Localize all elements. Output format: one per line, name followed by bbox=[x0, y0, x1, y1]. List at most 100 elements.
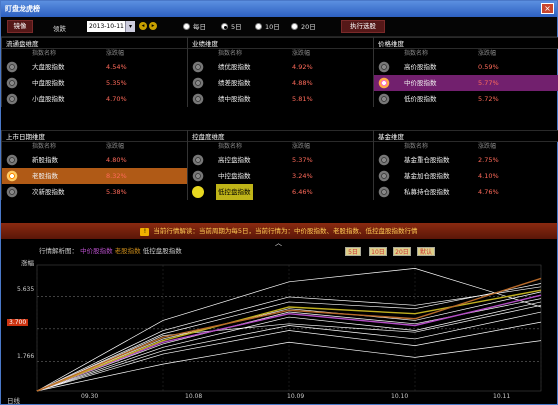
date-value: 2013-10-11 bbox=[89, 23, 124, 30]
index-row[interactable]: 新股指数 4.80% bbox=[2, 152, 187, 168]
info-bar: ! 当前行情解读：当前周期为每5日，当前行情为：中价股指数、老股指数、低控盘股指数… bbox=[1, 223, 557, 239]
x-tick-label: 10.09 bbox=[287, 393, 305, 400]
column-change-header: 涨跌幅 bbox=[292, 143, 311, 150]
index-name: 次新股指数 bbox=[32, 188, 65, 196]
index-name: 基金加仓股指数 bbox=[404, 172, 450, 180]
panel-title: 基金维度 bbox=[374, 130, 558, 142]
index-row[interactable]: 高价股指数 0.59% bbox=[374, 59, 558, 75]
index-change: 5.77% bbox=[478, 79, 499, 87]
column-header: 指数名称 涨跌幅 bbox=[2, 49, 187, 59]
index-name: 绩优股指数 bbox=[218, 63, 251, 71]
index-change: 4.92% bbox=[292, 63, 313, 71]
close-button[interactable]: × bbox=[541, 3, 554, 14]
panel: 上市日期维度 指数名称 涨跌幅 新股指数 4.80% 老股指数 8.32% 次新股指… bbox=[1, 130, 187, 200]
index-row[interactable]: 绩中股指数 5.81% bbox=[188, 91, 373, 107]
index-row[interactable]: 中价股指数 5.77% bbox=[374, 75, 558, 91]
step-back-icon[interactable]: ◂ bbox=[139, 22, 147, 30]
x-tick-label: 09.30 bbox=[81, 393, 99, 400]
panel-title: 控盘度维度 bbox=[188, 130, 373, 142]
index-name: 小盘股指数 bbox=[32, 95, 65, 103]
warning-icon: ! bbox=[140, 228, 150, 236]
index-change: 5.35% bbox=[106, 79, 127, 87]
window-title: 盯盘龙虎榜 bbox=[5, 5, 40, 13]
panel: 价格维度 指数名称 涨跌幅 高价股指数 0.59% 中价股指数 5.77% 低价股指… bbox=[373, 37, 558, 107]
radio-20day[interactable]: 20日 bbox=[291, 23, 316, 31]
panel-title: 流通盘维度 bbox=[2, 37, 187, 49]
column-change-header: 涨跌幅 bbox=[478, 143, 497, 150]
radio-daily[interactable]: 每日 bbox=[183, 23, 206, 31]
gear-icon bbox=[192, 93, 204, 105]
date-select[interactable]: 2013-10-11 ▾ bbox=[87, 21, 135, 32]
index-row[interactable]: 中盘股指数 5.35% bbox=[2, 75, 187, 91]
index-name: 绩中股指数 bbox=[218, 95, 251, 103]
index-change: 4.54% bbox=[106, 63, 127, 71]
index-name: 老股指数 bbox=[32, 172, 58, 180]
execute-select-button[interactable]: 执行选股 bbox=[341, 20, 385, 33]
index-name: 绩差股指数 bbox=[218, 79, 251, 87]
index-row[interactable]: 基金加仓股指数 4.10% bbox=[374, 168, 558, 184]
radio-10day[interactable]: 10日 bbox=[255, 23, 280, 31]
gear-icon bbox=[192, 154, 204, 166]
sun-icon bbox=[192, 186, 204, 198]
index-row[interactable]: 次新股指数 5.38% bbox=[2, 184, 187, 200]
column-change-header: 涨跌幅 bbox=[106, 50, 125, 57]
column-name-header: 指数名称 bbox=[218, 50, 243, 57]
y-axis-label: 涨幅 bbox=[21, 259, 34, 267]
x-tick-label: 10.08 bbox=[185, 393, 203, 400]
y-tick-label: 5.635 bbox=[17, 286, 35, 293]
index-row[interactable]: 中控盘指数 3.24% bbox=[188, 168, 373, 184]
index-row[interactable]: 大盘股指数 4.54% bbox=[2, 59, 187, 75]
index-change: 5.38% bbox=[106, 188, 127, 196]
line-chart bbox=[36, 264, 542, 392]
index-change: 4.10% bbox=[478, 172, 499, 180]
radio-label: 5日 bbox=[231, 23, 242, 31]
index-change: 2.75% bbox=[478, 156, 499, 164]
radio-5day[interactable]: 5日 bbox=[221, 23, 242, 31]
column-header: 指数名称 涨跌幅 bbox=[188, 49, 373, 59]
sun-icon bbox=[6, 170, 18, 182]
index-row[interactable]: 绩优股指数 4.92% bbox=[188, 59, 373, 75]
index-change: 5.37% bbox=[292, 156, 313, 164]
index-name: 私募持仓股指数 bbox=[404, 188, 450, 196]
gear-icon bbox=[6, 186, 18, 198]
column-change-header: 涨跌幅 bbox=[106, 143, 125, 150]
daily-line-label: 日线 bbox=[7, 397, 20, 405]
index-name: 低控盘指数 bbox=[216, 184, 253, 200]
mirror-button[interactable]: 镜像 bbox=[7, 20, 33, 33]
index-name: 中价股指数 bbox=[404, 79, 437, 87]
column-header: 指数名称 涨跌幅 bbox=[374, 49, 558, 59]
info-text: 当前行情解读：当前周期为每5日，当前行情为：中价股指数、老股指数、低控盘股指数行… bbox=[153, 227, 418, 235]
panel: 流通盘维度 指数名称 涨跌幅 大盘股指数 4.54% 中盘股指数 5.35% 小盘股… bbox=[1, 37, 187, 107]
index-name: 中控盘指数 bbox=[218, 172, 251, 180]
column-change-header: 涨跌幅 bbox=[478, 50, 497, 57]
index-row[interactable]: 小盘股指数 4.70% bbox=[2, 91, 187, 107]
panel: 基金维度 指数名称 涨跌幅 基金重仓股指数 2.75% 基金加仓股指数 4.10% … bbox=[373, 130, 558, 200]
index-row[interactable]: 低控盘指数 6.46% bbox=[188, 184, 373, 200]
index-name: 基金重仓股指数 bbox=[404, 156, 450, 164]
radio-label: 10日 bbox=[265, 23, 280, 31]
index-change: 0.59% bbox=[478, 63, 499, 71]
radio-dot bbox=[183, 23, 190, 30]
x-tick-label: 10.11 bbox=[493, 393, 511, 400]
step-forward-icon[interactable]: ▸ bbox=[149, 22, 157, 30]
column-name-header: 指数名称 bbox=[32, 50, 57, 57]
index-row[interactable]: 私募持仓股指数 4.76% bbox=[374, 184, 558, 200]
index-row[interactable]: 老股指数 8.32% bbox=[2, 168, 187, 184]
column-name-header: 指数名称 bbox=[32, 143, 57, 150]
index-row[interactable]: 绩差股指数 4.88% bbox=[188, 75, 373, 91]
chevron-down-icon[interactable]: ▾ bbox=[125, 21, 135, 32]
gear-icon bbox=[378, 61, 390, 73]
index-name: 低价股指数 bbox=[404, 95, 437, 103]
toolbar: 镜像 领跌 2013-10-11 ▾ ◂ ▸ 每日 5日 10日 20日 执行选… bbox=[1, 17, 557, 37]
column-header: 指数名称 涨跌幅 bbox=[374, 142, 558, 152]
panel-title: 价格维度 bbox=[374, 37, 558, 49]
x-tick-label: 10.10 bbox=[391, 393, 409, 400]
panel: 控盘度维度 指数名称 涨跌幅 高控盘指数 5.37% 中控盘指数 3.24% 低控盘… bbox=[187, 130, 373, 200]
index-row[interactable]: 基金重仓股指数 2.75% bbox=[374, 152, 558, 168]
index-name: 高控盘指数 bbox=[218, 156, 251, 164]
y-tick-label: 1.766 bbox=[17, 353, 35, 360]
index-row[interactable]: 低价股指数 5.72% bbox=[374, 91, 558, 107]
column-name-header: 指数名称 bbox=[218, 143, 243, 150]
gear-icon bbox=[6, 154, 18, 166]
index-row[interactable]: 高控盘指数 5.37% bbox=[188, 152, 373, 168]
